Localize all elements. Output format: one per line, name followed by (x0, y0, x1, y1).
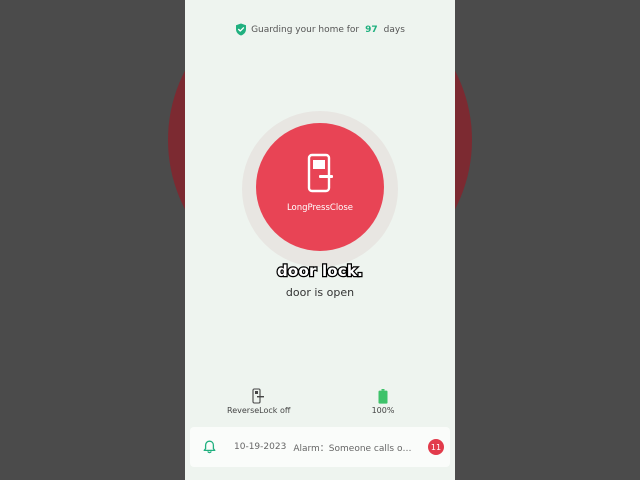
reverse-lock-toggle[interactable]: ReverseLock off (227, 388, 291, 415)
reverse-lock-icon (252, 388, 264, 404)
alarm-notification-bar[interactable]: 10-19-2023 Alarm：Someone calls out... 11 (190, 427, 450, 467)
long-press-close-button[interactable]: LongPressClose (256, 123, 384, 251)
guard-status: Guarding your home for 97 days (185, 23, 455, 36)
shield-check-icon (236, 23, 247, 36)
long-press-close-label: LongPressClose (286, 203, 354, 213)
background-blob-left (168, 0, 185, 290)
alarm-count-badge: 11 (428, 439, 444, 455)
door-status-text: door is open (285, 286, 355, 299)
door-lock-icon (307, 153, 333, 193)
background-right (455, 0, 640, 480)
reverse-lock-label: ReverseLock off (227, 406, 291, 415)
bell-icon (203, 440, 216, 454)
background-blob-right (455, 0, 472, 290)
alarm-date: 10-19-2023 (234, 442, 287, 452)
app-screen: Guarding your home for 97 days LongPress… (185, 0, 455, 480)
battery-icon (378, 389, 388, 404)
guard-status-suffix: days (383, 24, 405, 35)
background-left (0, 0, 185, 480)
video-caption-overlay: door lock. (276, 261, 364, 282)
guard-days-count: 97 (365, 24, 378, 35)
alarm-message: Alarm：Someone calls out... (293, 443, 416, 454)
guard-status-prefix: Guarding your home for (251, 24, 360, 35)
battery-level-label: 100% (371, 406, 395, 415)
battery-status: 100% (360, 389, 406, 415)
